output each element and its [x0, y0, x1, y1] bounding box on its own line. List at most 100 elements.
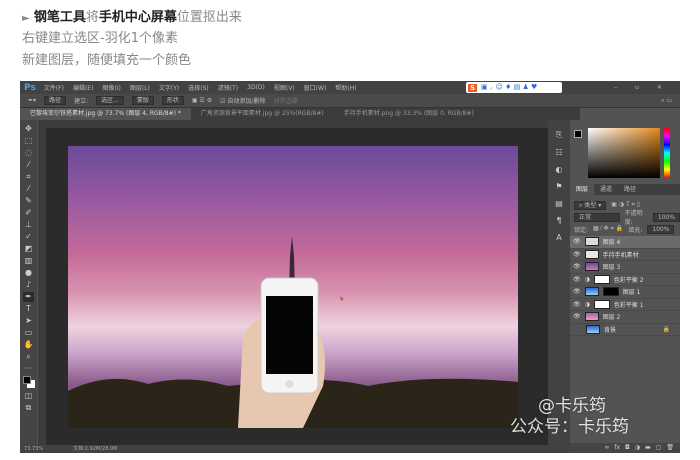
quick-mask-icon[interactable]: ◫	[25, 391, 33, 401]
tab-layers[interactable]: 图层	[570, 184, 595, 195]
type-tool-icon[interactable]: T	[26, 304, 31, 314]
marquee-tool-icon[interactable]: ⬚	[25, 136, 33, 146]
menu-view[interactable]: 视图(V)	[274, 83, 295, 92]
color-picker[interactable]	[588, 128, 660, 178]
menu-3d[interactable]: 3D(D)	[247, 84, 265, 91]
layers-panel-footer: ∞ fx ◘ ◑ ▬ ▢ 🗑	[570, 443, 680, 453]
layer-item[interactable]: 👁 图层 3	[570, 261, 680, 274]
layer-item[interactable]: 👁 图层 2	[570, 311, 680, 324]
styles-icon[interactable]: ⚑	[555, 182, 562, 191]
screen-mode-icon[interactable]: ⧉	[26, 403, 32, 413]
layer-item[interactable]: 背景 🔒	[570, 324, 680, 336]
shape-button[interactable]: 形状	[161, 96, 184, 105]
eyedropper-icon[interactable]: ⁄	[28, 184, 29, 194]
character-icon[interactable]: A	[556, 233, 561, 242]
align-edges[interactable]: 对齐边缘	[273, 96, 297, 105]
layer-item[interactable]: 👁 图层 1	[570, 286, 680, 299]
opacity-input[interactable]: 100%	[652, 212, 680, 222]
history-icon[interactable]: ⎘	[556, 130, 562, 140]
properties-icon[interactable]: ☷	[555, 148, 562, 157]
fx-icon[interactable]: fx	[614, 443, 620, 453]
canvas-area[interactable]	[46, 128, 548, 445]
canvas-image[interactable]	[68, 146, 518, 428]
doc-tab-1[interactable]: 巴黎埃菲尔铁塔素材.jpg @ 73.7% (图层 4, RGB/8#) *	[20, 108, 191, 120]
menu-edit[interactable]: 编辑(E)	[73, 83, 93, 92]
new-adjustment-icon[interactable]: ◑	[635, 443, 640, 453]
lasso-tool-icon[interactable]: ◌	[25, 148, 32, 158]
eye-icon[interactable]: 👁	[573, 251, 581, 258]
color-swatches[interactable]	[22, 376, 35, 389]
fill-input[interactable]: 100%	[647, 224, 675, 234]
menu-window[interactable]: 窗口(W)	[304, 83, 327, 92]
path-select-icon[interactable]: ➤	[25, 316, 32, 326]
eye-icon[interactable]: 👁	[573, 276, 581, 283]
menu-image[interactable]: 图像(I)	[102, 83, 120, 92]
layer-item[interactable]: 👁 图层 4	[570, 236, 680, 249]
brush-tool-icon[interactable]: ✐	[25, 208, 32, 218]
stamp-tool-icon[interactable]: ⊥	[25, 220, 32, 230]
move-tool-icon[interactable]: ✥	[25, 124, 32, 134]
auto-add-label: 自动添加/删除	[227, 98, 266, 105]
eye-icon[interactable]: 👁	[573, 313, 581, 320]
ime-toolbar[interactable]: S ▣ ⸝ ☺ ♦ ▤ ♟ ♥	[466, 82, 562, 93]
quick-select-icon[interactable]: ⁄	[28, 160, 29, 170]
pen-tool-icon: ✒▾	[28, 97, 37, 104]
zoom-level[interactable]: 73.73%	[24, 445, 43, 453]
more-tools-icon[interactable]: ···	[25, 364, 33, 374]
crop-tool-icon[interactable]: ⌗	[26, 172, 31, 182]
eye-icon[interactable]: 👁	[573, 263, 581, 270]
link-icon[interactable]: ∞	[604, 443, 609, 453]
layer-item[interactable]: 👁 手持手机素材	[570, 249, 680, 261]
layer-comps-icon[interactable]: ▤	[555, 199, 563, 208]
layer-item[interactable]: 👁 ◑ 色彩平衡 2	[570, 274, 680, 286]
doc-tab-2[interactable]: 广角资源背景平面素材.jpg @ 25%(RGB/8#)	[191, 108, 334, 120]
eraser-icon[interactable]: ◩	[25, 244, 33, 254]
menu-help[interactable]: 帮助(H)	[335, 83, 356, 92]
selection-button[interactable]: 选区...	[96, 96, 124, 105]
tab-channels[interactable]: 通道	[594, 184, 618, 195]
toolbar: ✥ ⬚ ◌ ⁄ ⌗ ⁄ ✎ ✐ ⊥ ✓ ◩ ▥ ● ♪ ✒ T ➤ ▭ ✋ ⌕ …	[20, 120, 37, 445]
new-layer-icon[interactable]: ▢	[656, 443, 662, 453]
healing-brush-icon[interactable]: ✎	[25, 196, 32, 206]
hue-slider[interactable]	[664, 128, 670, 178]
trash-icon[interactable]: 🗑	[666, 443, 674, 453]
pen-cursor-icon	[340, 296, 344, 301]
document-tabs: 巴黎埃菲尔铁塔素材.jpg @ 73.7% (图层 4, RGB/8#) * 广…	[20, 108, 580, 120]
eye-icon[interactable]: 👁	[573, 238, 581, 245]
menu-file[interactable]: 文件(F)	[44, 83, 64, 92]
mask-button[interactable]: 蒙版	[131, 96, 154, 105]
window-controls[interactable]: – ▫ ✕	[614, 84, 670, 91]
menu-select[interactable]: 选择(S)	[188, 83, 209, 92]
blend-row: 正常 不透明度: 100%	[574, 210, 680, 226]
search-icon[interactable]: ⌕ ▭	[661, 97, 672, 105]
layer-name: 色彩平衡 1	[613, 301, 644, 309]
pen-tool-icon[interactable]: ✒	[23, 292, 34, 302]
history-brush-icon[interactable]: ✓	[25, 232, 32, 242]
gradient-tool-icon[interactable]: ▥	[25, 256, 33, 266]
eye-icon[interactable]: 👁	[573, 301, 581, 308]
lock-row: 锁定: ▦ ⁄ ✥ ⌗ 🔒 填充: 100%	[574, 224, 675, 234]
adjustments-icon[interactable]: ◐	[556, 165, 563, 174]
path-ops-icons[interactable]: ▣ ☰ ⚙	[192, 97, 212, 104]
mode-select[interactable]: 路径	[44, 96, 67, 105]
paragraph-icon[interactable]: ¶	[556, 216, 561, 225]
doc-tab-3[interactable]: 手持手机素材.png @ 33.3% (图层 0, RGB/8#)	[334, 108, 484, 120]
kind-filter[interactable]: ⌕ 类型 ▾	[574, 200, 607, 210]
zoom-tool-icon[interactable]: ⌕	[26, 352, 30, 362]
tab-paths[interactable]: 路径	[618, 184, 642, 195]
rectangle-tool-icon[interactable]: ▭	[25, 328, 33, 338]
foreground-color[interactable]	[574, 130, 582, 138]
hand-tool-icon[interactable]: ✋	[24, 340, 34, 350]
dodge-tool-icon[interactable]: ♪	[26, 280, 31, 290]
auto-add-checkbox[interactable]: ☑ 自动添加/删除	[220, 96, 265, 105]
new-group-icon[interactable]: ▬	[645, 443, 651, 453]
layer-item[interactable]: 👁 ◑ 色彩平衡 1	[570, 299, 680, 311]
lock-icons[interactable]: ▦ ⁄ ✥ ⌗ 🔒	[593, 225, 623, 233]
menu-type[interactable]: 文字(Y)	[159, 83, 179, 92]
add-mask-icon[interactable]: ◘	[625, 443, 630, 453]
menu-filter[interactable]: 滤镜(T)	[218, 83, 238, 92]
blend-mode-select[interactable]: 正常	[574, 212, 620, 222]
menu-layer[interactable]: 图层(L)	[130, 83, 150, 92]
blur-tool-icon[interactable]: ●	[25, 268, 32, 278]
eye-icon[interactable]: 👁	[573, 288, 581, 295]
